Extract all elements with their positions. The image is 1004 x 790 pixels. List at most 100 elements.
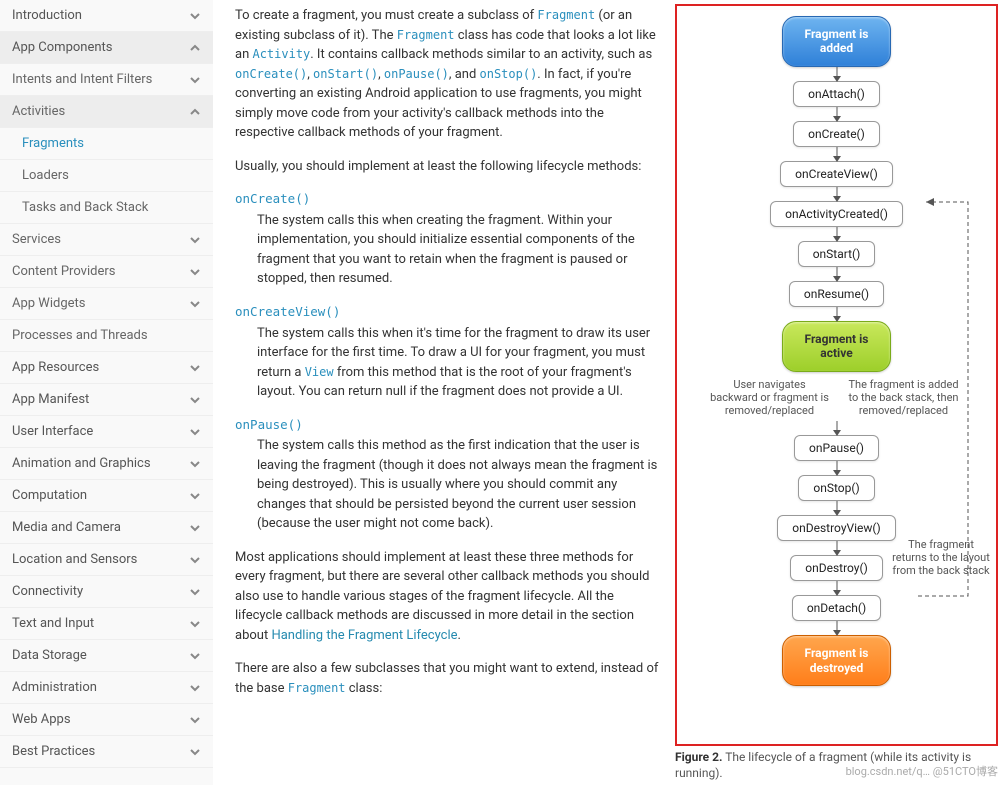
nav-loaders[interactable]: Loaders [0, 160, 213, 192]
code-fragment[interactable]: Fragment [288, 681, 346, 695]
chevron-up-icon [189, 106, 201, 118]
method-oncreateview-head[interactable]: onCreateView() [235, 303, 659, 322]
nav-label: Animation and Graphics [12, 456, 151, 471]
code-onpause[interactable]: onPause() [384, 67, 449, 81]
chevron-down-icon [189, 298, 201, 310]
code-activity[interactable]: Activity [252, 47, 310, 61]
chevron-down-icon [189, 746, 201, 758]
nav-user-interface[interactable]: User Interface [0, 416, 213, 448]
chevron-down-icon [189, 714, 201, 726]
arrow-down-icon [836, 621, 838, 635]
method-onpause-body: The system calls this method as the firs… [257, 436, 659, 534]
nav-connectivity[interactable]: Connectivity [0, 576, 213, 608]
nav-label: App Components [12, 40, 113, 55]
chevron-down-icon [189, 554, 201, 566]
sidebar: Introduction App Components Intents and … [0, 0, 213, 785]
node-onactivitycreated: onActivityCreated() [770, 201, 903, 227]
watermark: blog.csdn.net/q… @51CTO博客 [846, 763, 998, 779]
nav-label: Intents and Intent Filters [12, 72, 152, 87]
nav-label: Fragments [22, 136, 84, 151]
chevron-down-icon [189, 426, 201, 438]
code-view[interactable]: View [305, 365, 334, 379]
state-destroyed: Fragment is destroyed [782, 635, 892, 686]
nav-label: Data Storage [12, 648, 87, 663]
nav-label: Computation [12, 488, 87, 503]
figure-column: Fragment is added onAttach() onCreate() … [669, 0, 1004, 785]
node-ondestroyview: onDestroyView() [777, 515, 895, 541]
node-onstop: onStop() [798, 475, 874, 501]
node-onattach: onAttach() [793, 81, 880, 107]
state-active: Fragment is active [782, 321, 892, 372]
nav-location-sensors[interactable]: Location and Sensors [0, 544, 213, 576]
chevron-down-icon [189, 490, 201, 502]
nav-media-camera[interactable]: Media and Camera [0, 512, 213, 544]
code-oncreate[interactable]: onCreate() [235, 67, 307, 81]
chevron-down-icon [189, 362, 201, 374]
code-fragment[interactable]: Fragment [397, 28, 455, 42]
nav-web-apps[interactable]: Web Apps [0, 704, 213, 736]
nav-processes-threads[interactable]: Processes and Threads [0, 320, 213, 352]
nav-introduction[interactable]: Introduction [0, 0, 213, 32]
nav-tasks-back-stack[interactable]: Tasks and Back Stack [0, 192, 213, 224]
nav-label: Media and Camera [12, 520, 121, 535]
nav-label: Services [12, 232, 61, 247]
nav-label: Location and Sensors [12, 552, 137, 567]
node-onresume: onResume() [789, 281, 884, 307]
code-onstart[interactable]: onStart() [313, 67, 378, 81]
nav-label: Introduction [12, 8, 82, 23]
chevron-down-icon [189, 618, 201, 630]
chevron-down-icon [189, 234, 201, 246]
nav-activities[interactable]: Activities [0, 96, 213, 128]
nav-label: Connectivity [12, 584, 83, 599]
nav-app-components[interactable]: App Components [0, 32, 213, 64]
nav-label: App Resources [12, 360, 99, 375]
arrow-down-icon [836, 267, 838, 281]
nav-computation[interactable]: Computation [0, 480, 213, 512]
nav-intents[interactable]: Intents and Intent Filters [0, 64, 213, 96]
chevron-down-icon [189, 682, 201, 694]
code-onstop[interactable]: onStop() [480, 67, 538, 81]
nav-label: Content Providers [12, 264, 115, 279]
nav-app-resources[interactable]: App Resources [0, 352, 213, 384]
paragraph-subclasses: There are also a few subclasses that you… [235, 659, 659, 698]
nav-label: App Widgets [12, 296, 86, 311]
node-onstart: onStart() [798, 241, 876, 267]
nav-app-widgets[interactable]: App Widgets [0, 288, 213, 320]
state-added: Fragment is added [782, 16, 892, 67]
code-fragment[interactable]: Fragment [537, 8, 595, 22]
chevron-up-icon [189, 42, 201, 54]
arrow-down-icon [836, 107, 838, 121]
nav-administration[interactable]: Administration [0, 672, 213, 704]
nav-app-manifest[interactable]: App Manifest [0, 384, 213, 416]
nav-label: Administration [12, 680, 97, 695]
arrow-down-icon [836, 147, 838, 161]
chevron-down-icon [189, 74, 201, 86]
nav-content-providers[interactable]: Content Providers [0, 256, 213, 288]
chevron-down-icon [189, 458, 201, 470]
text: To create a fragment, you must create a … [235, 8, 537, 23]
method-oncreateview-body: The system calls this when it's time for… [257, 324, 659, 402]
nav-label: Loaders [22, 168, 69, 183]
nav-label: Processes and Threads [12, 328, 148, 343]
nav-animation-graphics[interactable]: Animation and Graphics [0, 448, 213, 480]
label-user-navigates: User navigates backward or fragment is r… [710, 378, 830, 418]
chevron-down-icon [189, 586, 201, 598]
node-oncreateview: onCreateView() [780, 161, 893, 187]
paragraph-most-apps: Most applications should implement at le… [235, 548, 659, 646]
nav-label: App Manifest [12, 392, 89, 407]
node-oncreate: onCreate() [793, 121, 880, 147]
chevron-down-icon [189, 522, 201, 534]
nav-fragments[interactable]: Fragments [0, 128, 213, 160]
arrow-down-icon [836, 541, 838, 555]
lifecycle-diagram: Fragment is added onAttach() onCreate() … [675, 4, 998, 746]
method-onpause-head[interactable]: onPause() [235, 416, 659, 435]
nav-label: Web Apps [12, 712, 71, 727]
method-oncreate-head[interactable]: onCreate() [235, 190, 659, 209]
nav-data-storage[interactable]: Data Storage [0, 640, 213, 672]
link-handling-lifecycle[interactable]: Handling the Fragment Lifecycle [271, 628, 457, 643]
arrow-down-icon [836, 307, 838, 321]
nav-text-input[interactable]: Text and Input [0, 608, 213, 640]
nav-services[interactable]: Services [0, 224, 213, 256]
method-oncreate-body: The system calls this when creating the … [257, 211, 659, 289]
nav-best-practices[interactable]: Best Practices [0, 736, 213, 768]
